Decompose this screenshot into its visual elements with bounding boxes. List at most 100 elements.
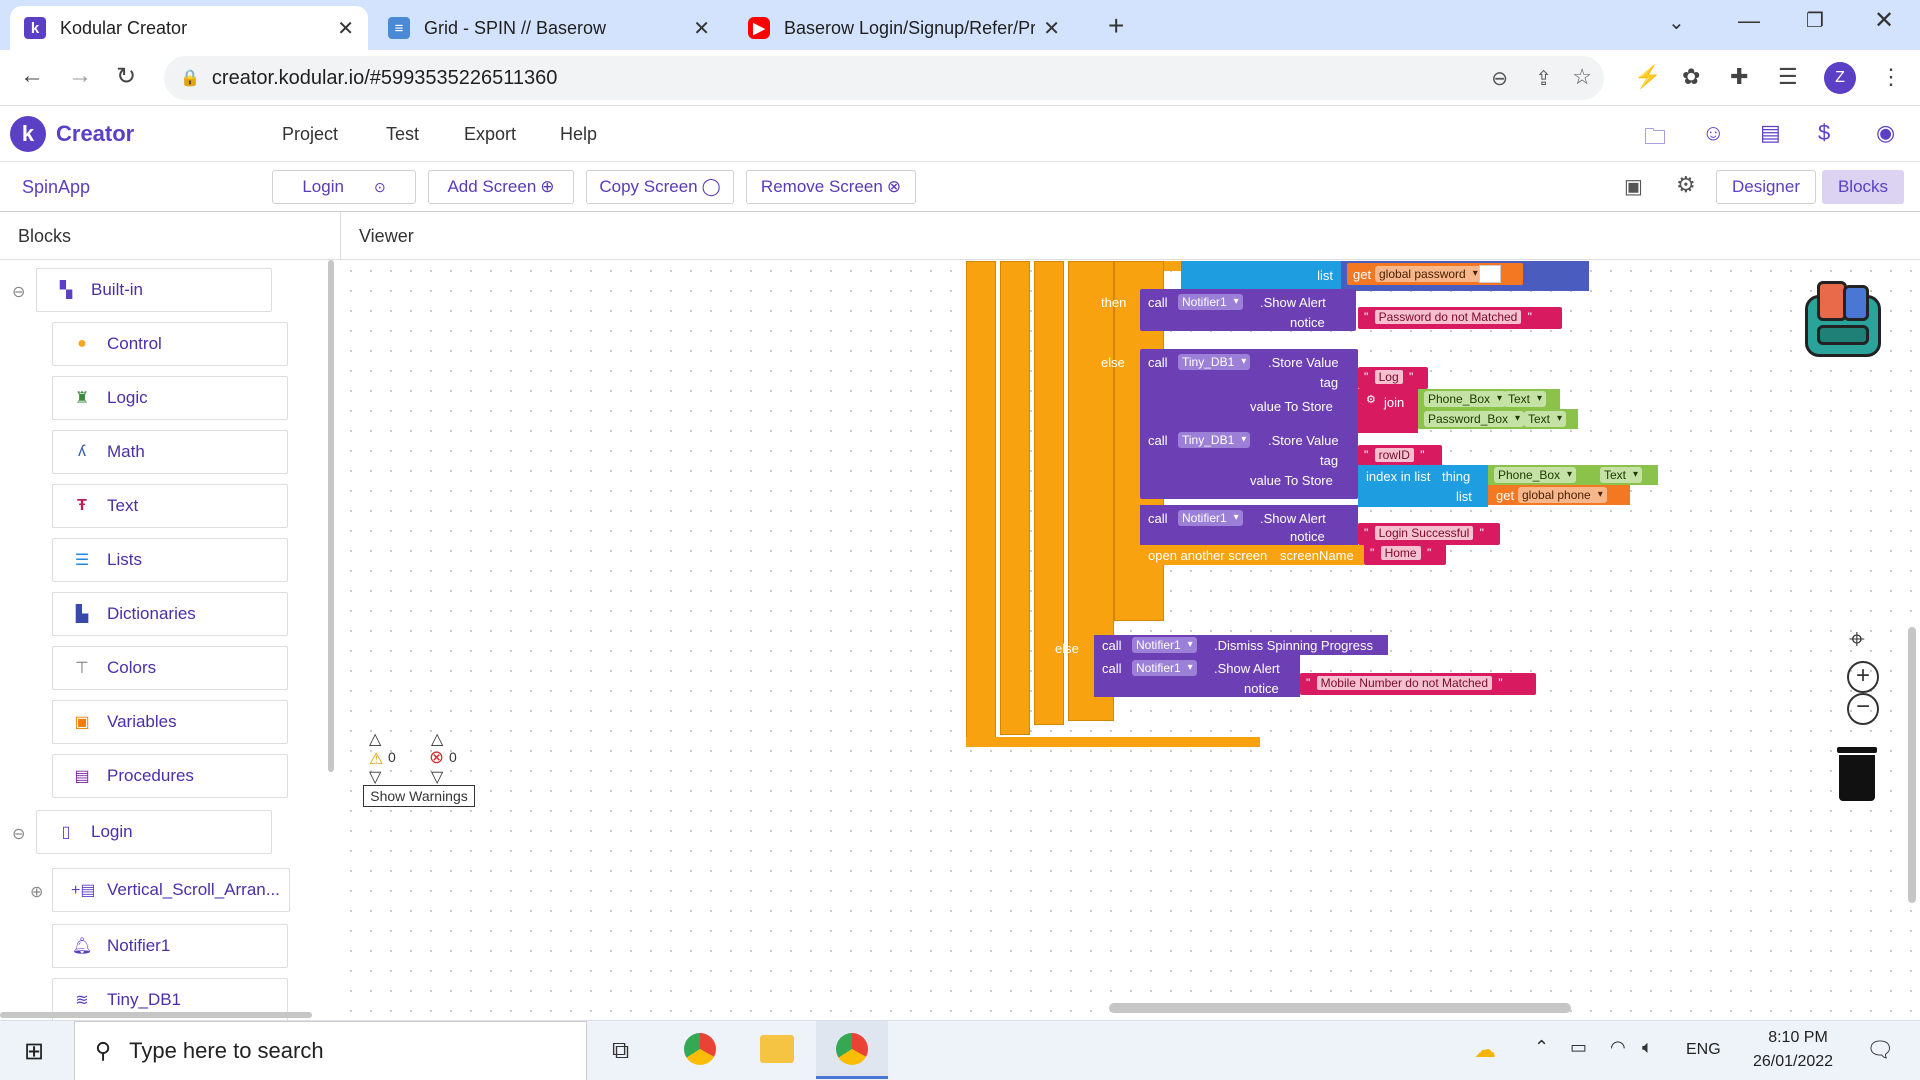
designer-button[interactable]: Designer: [1716, 170, 1816, 204]
dismiss-spinning-progress-block[interactable]: call Notifier1 .Dismiss Spinning Progres…: [1094, 635, 1388, 655]
sidebar-item-dictionaries[interactable]: ▙ Dictionaries: [52, 592, 288, 636]
clock-time[interactable]: 8:10 PM: [1748, 1029, 1848, 1047]
community-icon[interactable]: ☺: [1702, 120, 1724, 146]
screen-login-item[interactable]: ▯ Login: [36, 810, 272, 854]
taskbar-search[interactable]: ⚲ Type here to search: [74, 1021, 587, 1080]
account-icon[interactable]: ◉: [1876, 120, 1895, 146]
text-string-block[interactable]: " Mobile Number do not Matched ": [1300, 673, 1536, 695]
task-view-icon[interactable]: ⧉: [612, 1037, 629, 1065]
sidebar-item-procedures[interactable]: ▤ Procedures: [52, 754, 288, 798]
notifications-icon[interactable]: 🗨︎: [1866, 1037, 1894, 1063]
lightning-extension-icon[interactable]: ⚡: [1634, 64, 1661, 90]
settings-gear-icon[interactable]: ⚙: [1676, 172, 1696, 198]
string-value[interactable]: Home: [1380, 546, 1421, 560]
sidebar-item-colors[interactable]: ⊤ Colors: [52, 646, 288, 690]
control-block-nest-2[interactable]: [1000, 261, 1030, 735]
clock-date[interactable]: 26/01/2022: [1738, 1053, 1848, 1071]
screen-selector[interactable]: Login ⊙: [272, 170, 416, 204]
close-icon[interactable]: ✕: [693, 16, 710, 41]
sidebar-item-control[interactable]: ● Control: [52, 322, 288, 366]
gear-icon[interactable]: ⚙: [1366, 393, 1376, 406]
reload-icon[interactable]: ↻: [116, 62, 136, 91]
menu-project[interactable]: Project: [282, 124, 338, 145]
expand-icon[interactable]: ⊕: [30, 882, 43, 902]
close-icon[interactable]: ✕: [1043, 16, 1060, 41]
add-screen-button[interactable]: Add Screen ⊕: [428, 170, 574, 204]
dollar-icon[interactable]: $: [1818, 120, 1830, 146]
component-dropdown[interactable]: Phone_Box: [1424, 391, 1507, 407]
collapse-icon[interactable]: ⊖: [12, 282, 25, 302]
warnings-down-icon[interactable]: ▽: [369, 767, 381, 787]
notifier-show-alert-block[interactable]: call Notifier1 .Show Alert notice: [1094, 655, 1300, 697]
gallery-icon[interactable]: ▣: [1624, 174, 1643, 199]
chrome-icon[interactable]: [684, 1033, 716, 1065]
string-value[interactable]: Login Successful: [1374, 526, 1474, 540]
errors-down-icon[interactable]: ▽: [431, 767, 443, 787]
zoom-out-icon[interactable]: −: [1847, 693, 1879, 725]
workspace-h-scrollbar[interactable]: [1109, 1003, 1571, 1013]
profile-avatar[interactable]: Z: [1824, 62, 1856, 94]
notifier-show-alert-block[interactable]: call Notifier1 .Show Alert notice: [1140, 505, 1358, 545]
blocks-button[interactable]: Blocks: [1822, 170, 1904, 204]
text-string-block[interactable]: " Log ": [1358, 367, 1428, 389]
extensions-icon[interactable]: ✚: [1730, 64, 1748, 90]
notifier-show-alert-block[interactable]: call Notifier1 .Show Alert notice: [1140, 289, 1356, 331]
component-dropdown[interactable]: Tiny_DB1: [1178, 354, 1251, 370]
bookmark-star-icon[interactable]: ☆: [1572, 64, 1592, 90]
tab-youtube[interactable]: ▶ Baserow Login/Signup/Refer/Pro ✕: [734, 6, 1074, 50]
component-dropdown[interactable]: Notifier1: [1132, 637, 1197, 653]
property-dropdown[interactable]: Text: [1524, 411, 1567, 427]
sidebar-item-math[interactable]: ʎ Math: [52, 430, 288, 474]
file-explorer-icon[interactable]: [760, 1035, 794, 1063]
text-string-block[interactable]: " Password do not Matched ": [1358, 307, 1562, 329]
string-value[interactable]: Log: [1374, 370, 1403, 384]
zoom-icon[interactable]: ⊖: [1491, 66, 1508, 91]
backpack-icon[interactable]: [1797, 281, 1889, 363]
battery-icon[interactable]: ▭: [1570, 1037, 1587, 1058]
string-value[interactable]: rowID: [1374, 448, 1414, 462]
index-in-list-block[interactable]: index in list thing list: [1358, 465, 1488, 507]
sidebar-item-variables[interactable]: ▣ Variables: [52, 700, 288, 744]
wifi-icon[interactable]: ◠: [1610, 1037, 1626, 1058]
sidebar-item-lists[interactable]: ☰ Lists: [52, 538, 288, 582]
property-dropdown[interactable]: Text: [1504, 391, 1547, 407]
zoom-in-icon[interactable]: +: [1847, 661, 1879, 693]
workspace-v-scrollbar[interactable]: [1908, 627, 1916, 903]
textbox-text-getter[interactable]: Phone_Box Text: [1418, 389, 1560, 409]
component-dropdown[interactable]: Notifier1: [1132, 660, 1197, 676]
textbox-text-getter[interactable]: Phone_Box Text: [1488, 465, 1658, 485]
remove-screen-button[interactable]: Remove Screen ⊗: [746, 170, 916, 204]
component-dropdown[interactable]: Notifier1: [1178, 294, 1243, 310]
component-notifier1[interactable]: 🔔︎ Notifier1: [52, 924, 288, 968]
docs-icon[interactable]: ▤: [1760, 120, 1781, 146]
collapse-icon[interactable]: ⊖: [12, 824, 25, 844]
windows-start-icon[interactable]: ⊞: [24, 1037, 44, 1066]
huawei-extension-icon[interactable]: ✿: [1682, 64, 1700, 90]
component-dropdown[interactable]: Phone_Box: [1494, 467, 1577, 483]
builtin-category[interactable]: ▚ Built-in: [36, 268, 272, 312]
control-block-outer[interactable]: [966, 261, 996, 745]
volume-icon[interactable]: 🔈︎: [1642, 1037, 1653, 1058]
window-close-icon[interactable]: ✕: [1874, 6, 1894, 35]
string-value[interactable]: Mobile Number do not Matched: [1316, 676, 1493, 690]
restore-icon[interactable]: ❐: [1806, 8, 1824, 33]
forward-icon[interactable]: →: [68, 62, 92, 90]
component-dropdown[interactable]: Tiny_DB1: [1178, 432, 1251, 448]
language-indicator[interactable]: ENG: [1686, 1041, 1721, 1059]
close-icon[interactable]: ✕: [337, 16, 354, 41]
menu-help[interactable]: Help: [560, 124, 597, 145]
sidebar-item-logic[interactable]: ♜ Logic: [52, 376, 288, 420]
recenter-icon[interactable]: ⌖: [1849, 623, 1865, 656]
component-dropdown[interactable]: Notifier1: [1178, 510, 1243, 526]
component-dropdown[interactable]: Password_Box: [1424, 411, 1525, 427]
chrome-profile-taskbar-button[interactable]: [816, 1021, 888, 1079]
tray-chevron-up-icon[interactable]: ⌃: [1534, 1037, 1549, 1058]
string-value[interactable]: Password do not Matched: [1374, 310, 1522, 324]
tab-baserow-grid[interactable]: ≡ Grid - SPIN // Baserow ✕: [374, 6, 724, 50]
index-in-list-block[interactable]: list: [1181, 261, 1341, 291]
sidebar-scrollbar[interactable]: [328, 260, 334, 772]
text-string-block[interactable]: " Login Successful ": [1358, 523, 1500, 545]
warnings-up-icon[interactable]: △: [369, 729, 381, 749]
menu-export[interactable]: Export: [464, 124, 516, 145]
copy-screen-button[interactable]: Copy Screen ◯: [586, 170, 734, 204]
